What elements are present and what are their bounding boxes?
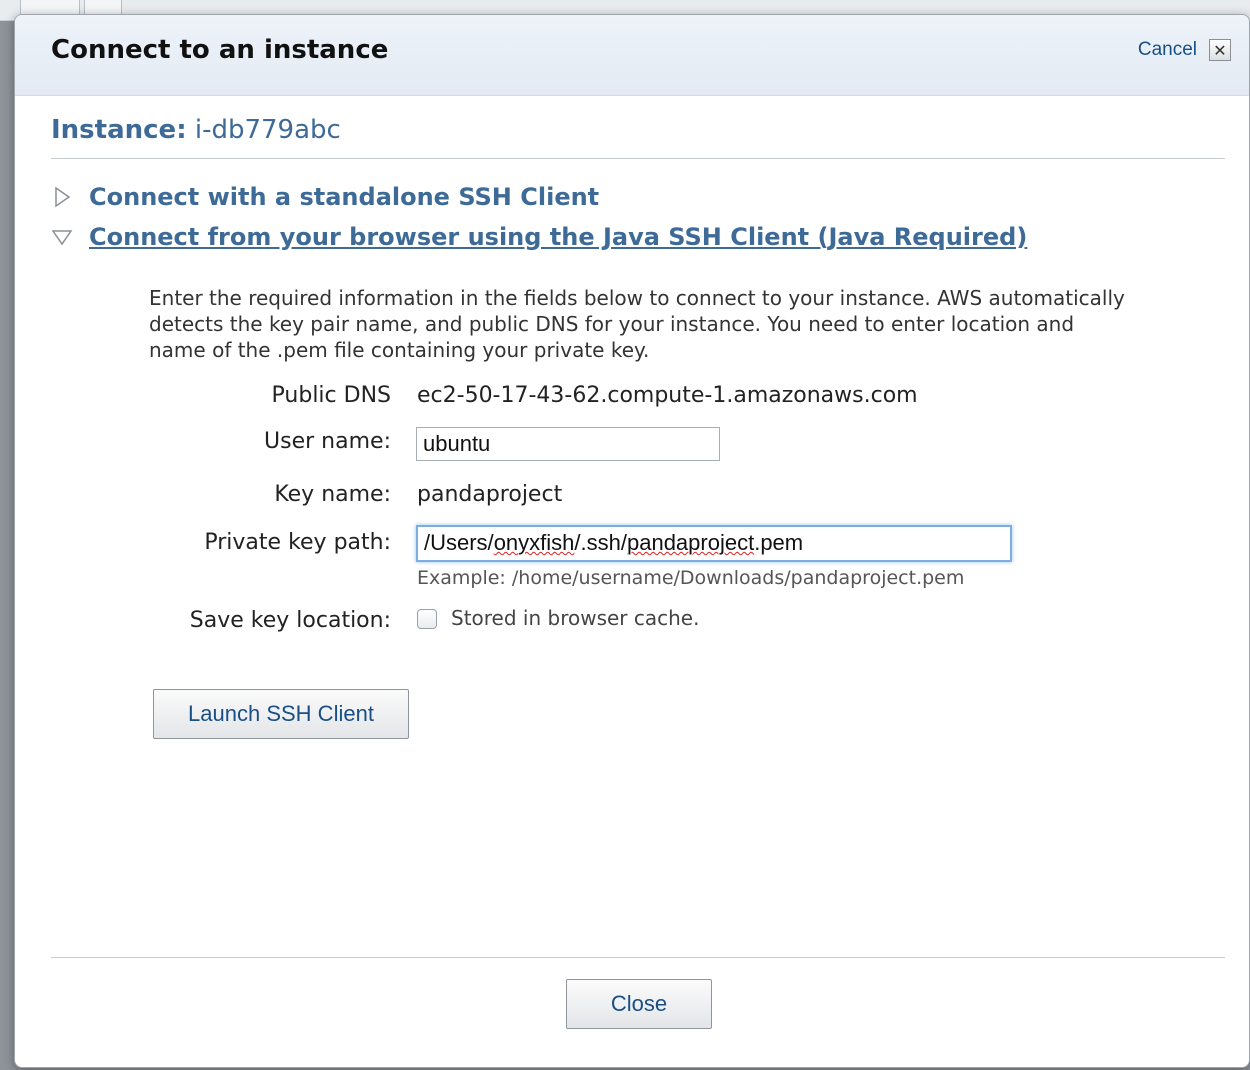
private-key-example: Example: /home/username/Downloads/pandap… xyxy=(417,567,965,589)
instructions-text: Enter the required information in the fi… xyxy=(149,286,1125,362)
divider xyxy=(51,158,1225,159)
path-segment: onyxfish xyxy=(493,530,575,555)
launch-ssh-client-button[interactable]: Launch SSH Client xyxy=(153,689,409,739)
connect-dialog: Connect to an instance Cancel ✕ Instance… xyxy=(14,14,1250,1068)
background-tab xyxy=(84,0,122,15)
key-name-value: pandaproject xyxy=(417,482,563,507)
footer-divider xyxy=(51,957,1225,958)
instance-id: i-db779abc xyxy=(194,115,341,145)
path-segment: /Users/ xyxy=(424,530,494,555)
triangle-down-icon xyxy=(51,226,73,248)
section-java-ssh[interactable]: Connect from your browser using the Java… xyxy=(51,221,1027,253)
path-segment: /.ssh/ xyxy=(574,530,627,555)
private-key-label: Private key path: xyxy=(204,530,391,555)
key-name-label: Key name: xyxy=(274,482,391,507)
instance-label: Instance: xyxy=(51,115,187,145)
section-link-java[interactable]: Connect from your browser using the Java… xyxy=(89,223,1027,251)
user-name-input[interactable]: ubuntu xyxy=(416,427,720,461)
close-button[interactable]: Close xyxy=(566,979,712,1029)
path-segment: pandaproject xyxy=(626,530,755,555)
cancel-link[interactable]: Cancel xyxy=(1138,39,1197,61)
background-tab xyxy=(20,0,80,15)
save-key-checkbox-label[interactable]: Stored in browser cache. xyxy=(451,606,699,630)
user-name-label: User name: xyxy=(264,429,391,454)
public-dns-label: Public DNS xyxy=(271,383,391,408)
dialog-header: Connect to an instance Cancel ✕ xyxy=(15,15,1249,96)
close-icon[interactable]: ✕ xyxy=(1209,39,1231,61)
private-key-input[interactable]: /Users/onyxfish/.ssh/pandaproject.pem xyxy=(416,525,1012,562)
save-key-label: Save key location: xyxy=(189,608,391,633)
instance-heading: Instance: i-db779abc xyxy=(51,115,341,145)
triangle-right-icon xyxy=(51,186,73,208)
save-key-checkbox[interactable] xyxy=(417,609,437,629)
section-link-standalone[interactable]: Connect with a standalone SSH Client xyxy=(89,183,599,211)
dialog-title: Connect to an instance xyxy=(51,35,389,65)
path-segment: .pem xyxy=(754,530,804,555)
section-standalone-ssh[interactable]: Connect with a standalone SSH Client xyxy=(51,181,599,213)
public-dns-value: ec2-50-17-43-62.compute-1.amazonaws.com xyxy=(417,383,918,408)
